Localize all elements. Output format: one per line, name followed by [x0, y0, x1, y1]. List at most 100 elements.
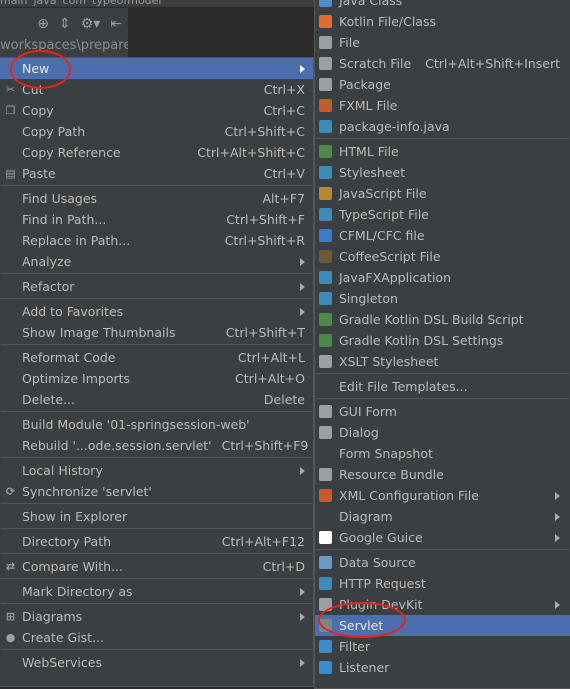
menu-item-label: Copy Path: [22, 124, 86, 139]
menu-item-label: CoffeeScript File: [339, 249, 441, 264]
menu-item-rebuild-ode-session-servlet[interactable]: Rebuild '...ode.session.servlet' Ctrl+Shi…: [0, 435, 313, 456]
menu-item-gradle-kotlin-dsl-settings[interactable]: Gradle Kotlin DSL Settings: [315, 330, 570, 351]
menu-item-java-class[interactable]: Java Class: [315, 0, 570, 11]
menu-item-add-to-favorites[interactable]: Add to Favorites: [0, 301, 313, 322]
menu-item-label: Java Class: [339, 0, 403, 8]
menu-item-dialog[interactable]: Dialog: [315, 422, 570, 443]
menu-item-xslt-stylesheet[interactable]: XSLT Stylesheet: [315, 351, 570, 372]
menu-item-analyze[interactable]: Analyze: [0, 251, 313, 272]
tab[interactable]: typeofmodel: [92, 0, 161, 7]
tab[interactable]: java: [33, 0, 56, 7]
menu-item-directory-path[interactable]: Directory Path Ctrl+Alt+F12: [0, 531, 313, 552]
menu-item-listener[interactable]: Listener: [315, 657, 570, 678]
menu-item-xml-configuration-file[interactable]: XML Configuration File: [315, 485, 570, 506]
gear-icon[interactable]: ⚙▾: [81, 16, 101, 32]
menu-item-show-in-explorer[interactable]: Show in Explorer: [0, 506, 313, 527]
shortcut: Ctrl+X: [263, 82, 305, 97]
menu-item-diagram[interactable]: Diagram: [315, 506, 570, 527]
menu-item-copy[interactable]: ❐ Copy Ctrl+C: [0, 100, 313, 121]
menu-item-coffeescript-file[interactable]: CoffeeScript File: [315, 246, 570, 267]
menu-item-label: Gradle Kotlin DSL Settings: [339, 333, 504, 348]
submenu-arrow-icon: [300, 587, 305, 596]
menu-item-servlet[interactable]: Servlet: [315, 615, 570, 636]
menu-item-singleton[interactable]: Singleton: [315, 288, 570, 309]
tab[interactable]: com: [63, 0, 87, 7]
locate-icon[interactable]: ⊕: [37, 16, 49, 32]
menu-item-cfml-cfc-file[interactable]: CFML/CFC file: [315, 225, 570, 246]
shortcut: Ctrl+C: [263, 103, 305, 118]
file-icon: [319, 36, 332, 49]
menu-item-typescript-file[interactable]: TypeScript File: [315, 204, 570, 225]
diagram-icon: ⊞: [5, 610, 16, 623]
menu-item-label: File: [339, 35, 360, 50]
menu-item-label: Synchronize 'servlet': [22, 484, 152, 499]
listener-icon: [319, 661, 332, 674]
submenu-arrow-icon: [300, 658, 305, 667]
menu-item-mark-directory-as[interactable]: Mark Directory as: [0, 581, 313, 602]
ts-icon: [319, 208, 332, 221]
menu-item-edit-file-templates[interactable]: Edit File Templates...: [315, 376, 570, 397]
collapse-icon[interactable]: ⇕: [59, 16, 71, 32]
menu-item-label: Listener: [339, 660, 390, 675]
menu-item-replace-in-path[interactable]: Replace in Path... Ctrl+Shift+R: [0, 230, 313, 251]
menu-item-google-guice[interactable]: Google Guice: [315, 527, 570, 548]
menu-item-find-usages[interactable]: Find Usages Alt+F7: [0, 188, 313, 209]
menu-item-find-in-path[interactable]: Find in Path... Ctrl+Shift+F: [0, 209, 313, 230]
menu-item-stylesheet[interactable]: Stylesheet: [315, 162, 570, 183]
menu-item-show-image-thumbnails[interactable]: Show Image Thumbnails Ctrl+Shift+T: [0, 322, 313, 343]
menu-item-gradle-kotlin-dsl-build-script[interactable]: Gradle Kotlin DSL Build Script: [315, 309, 570, 330]
menu-item-create-gist[interactable]: ● Create Gist...: [0, 627, 313, 648]
menu-item-html-file[interactable]: HTML File: [315, 141, 570, 162]
menu-item-label: Cut: [22, 82, 44, 97]
menu-item-scratch-file[interactable]: Scratch File Ctrl+Alt+Shift+Insert: [315, 53, 570, 74]
menu-item-build-module-01-springsession-web[interactable]: Build Module '01-springsession-web': [0, 414, 313, 435]
menu-item-label: Data Source: [339, 555, 416, 570]
guice-icon: [319, 531, 332, 544]
menu-item-package[interactable]: Package: [315, 74, 570, 95]
menu-item-optimize-imports[interactable]: Optimize Imports Ctrl+Alt+O: [0, 368, 313, 389]
menu-item-cut[interactable]: ✂ Cut Ctrl+X: [0, 79, 313, 100]
menu-item-local-history[interactable]: Local History: [0, 460, 313, 481]
menu-item-compare-with[interactable]: ⇄ Compare With... Ctrl+D: [0, 556, 313, 577]
menu-item-label: Package: [339, 77, 391, 92]
shortcut: Ctrl+Alt+L: [237, 350, 305, 365]
menu-item-paste[interactable]: ▤ Paste Ctrl+V: [0, 163, 313, 184]
menu-item-file[interactable]: File: [315, 32, 570, 53]
menu-item-kotlin-file-class[interactable]: Kotlin File/Class: [315, 11, 570, 32]
menu-item-gui-form[interactable]: GUI Form: [315, 401, 570, 422]
menu-item-label: Plugin DevKit: [339, 597, 423, 612]
menu-item-data-source[interactable]: Data Source: [315, 552, 570, 573]
menu-item-copy-reference[interactable]: Copy Reference Ctrl+Alt+Shift+C: [0, 142, 313, 163]
sync-icon: ⟳: [5, 485, 16, 498]
javafx-icon: [319, 271, 332, 284]
coffeescript-icon: [319, 250, 332, 263]
menu-item-copy-path[interactable]: Copy Path Ctrl+Shift+C: [0, 121, 313, 142]
menu-item-javascript-file[interactable]: JavaScript File: [315, 183, 570, 204]
menu-item-resource-bundle[interactable]: Resource Bundle: [315, 464, 570, 485]
menu-item-reformat-code[interactable]: Reformat Code Ctrl+Alt+L: [0, 347, 313, 368]
menu-item-plugin-devkit[interactable]: Plugin DevKit: [315, 594, 570, 615]
menu-item-refactor[interactable]: Refactor: [0, 276, 313, 297]
menu-item-package-info-java[interactable]: package-info.java: [315, 116, 570, 137]
menu-item-webservices[interactable]: WebServices: [0, 652, 313, 673]
menu-item-label: Singleton: [339, 291, 398, 306]
shortcut: Ctrl+Shift+T: [225, 325, 305, 340]
xslt-icon: [319, 355, 332, 368]
menu-item-label: Filter: [339, 639, 370, 654]
menu-item-diagrams[interactable]: ⊞ Diagrams: [0, 606, 313, 627]
menu-item-new[interactable]: New: [0, 58, 313, 79]
menu-item-form-snapshot[interactable]: Form Snapshot: [315, 443, 570, 464]
menu-item-javafxapplication[interactable]: JavaFXApplication: [315, 267, 570, 288]
menu-item-delete[interactable]: Delete... Delete: [0, 389, 313, 410]
menu-item-filter[interactable]: Filter: [315, 636, 570, 657]
menu-item-label: Dialog: [339, 425, 379, 440]
hide-icon[interactable]: ⇤: [110, 16, 122, 32]
menu-item-http-request[interactable]: HTTP Request: [315, 573, 570, 594]
database-icon: [319, 556, 332, 569]
gui-form-icon: [319, 405, 332, 418]
menu-item-fxml-file[interactable]: FXML File: [315, 95, 570, 116]
tab[interactable]: main: [0, 0, 27, 7]
submenu-arrow-icon: [300, 257, 305, 266]
menu-item-synchronize-servlet[interactable]: ⟳ Synchronize 'servlet': [0, 481, 313, 502]
menu-item-label: XML Configuration File: [339, 488, 479, 503]
